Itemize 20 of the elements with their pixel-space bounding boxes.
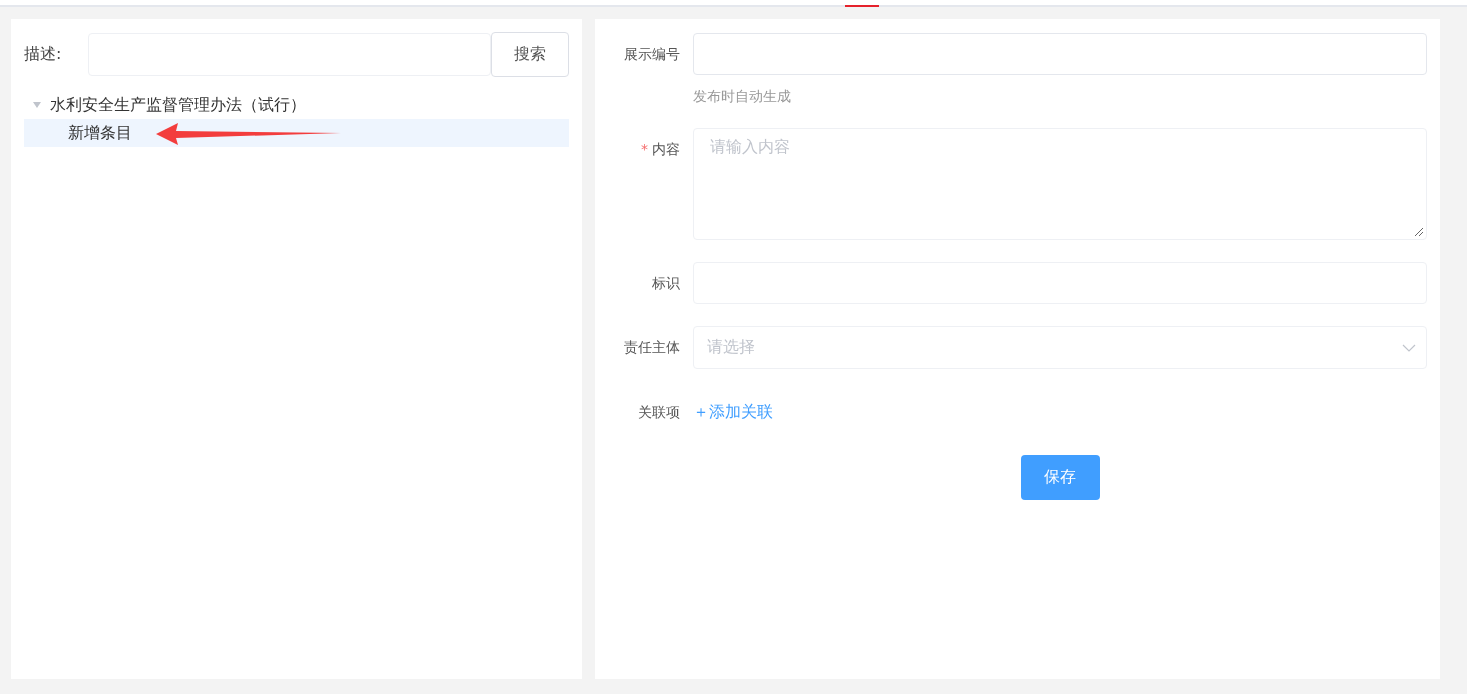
tree-item[interactable]: 水利安全生产监督管理办法（试行） — [24, 91, 569, 119]
tab-indicator — [845, 5, 879, 7]
field-label: 展示编号 — [624, 46, 680, 62]
text-area[interactable]: 请输入内容 — [693, 128, 1427, 240]
search-button[interactable]: 搜索 — [491, 32, 569, 77]
resize-icon[interactable] — [1414, 227, 1424, 237]
save-button[interactable]: 保存 — [1020, 455, 1100, 500]
field-label: 责任主体 — [624, 339, 680, 355]
tree-item[interactable]: 新增条目 — [24, 119, 569, 147]
field-label: 关联项 — [638, 404, 680, 420]
hint-text: 发布时自动生成 — [693, 88, 792, 106]
caret-icon[interactable] — [33, 102, 41, 108]
field-label: * 内容 — [641, 141, 680, 157]
search-label: 描述: — [24, 44, 63, 65]
text-field[interactable] — [693, 33, 1427, 75]
field-label: 标识 — [652, 275, 680, 291]
chevron-down-icon — [1402, 343, 1416, 352]
add-link[interactable]: ＋添加关联 — [693, 391, 773, 433]
search-field[interactable] — [87, 33, 492, 76]
select-field[interactable]: 请选择 — [693, 326, 1427, 369]
